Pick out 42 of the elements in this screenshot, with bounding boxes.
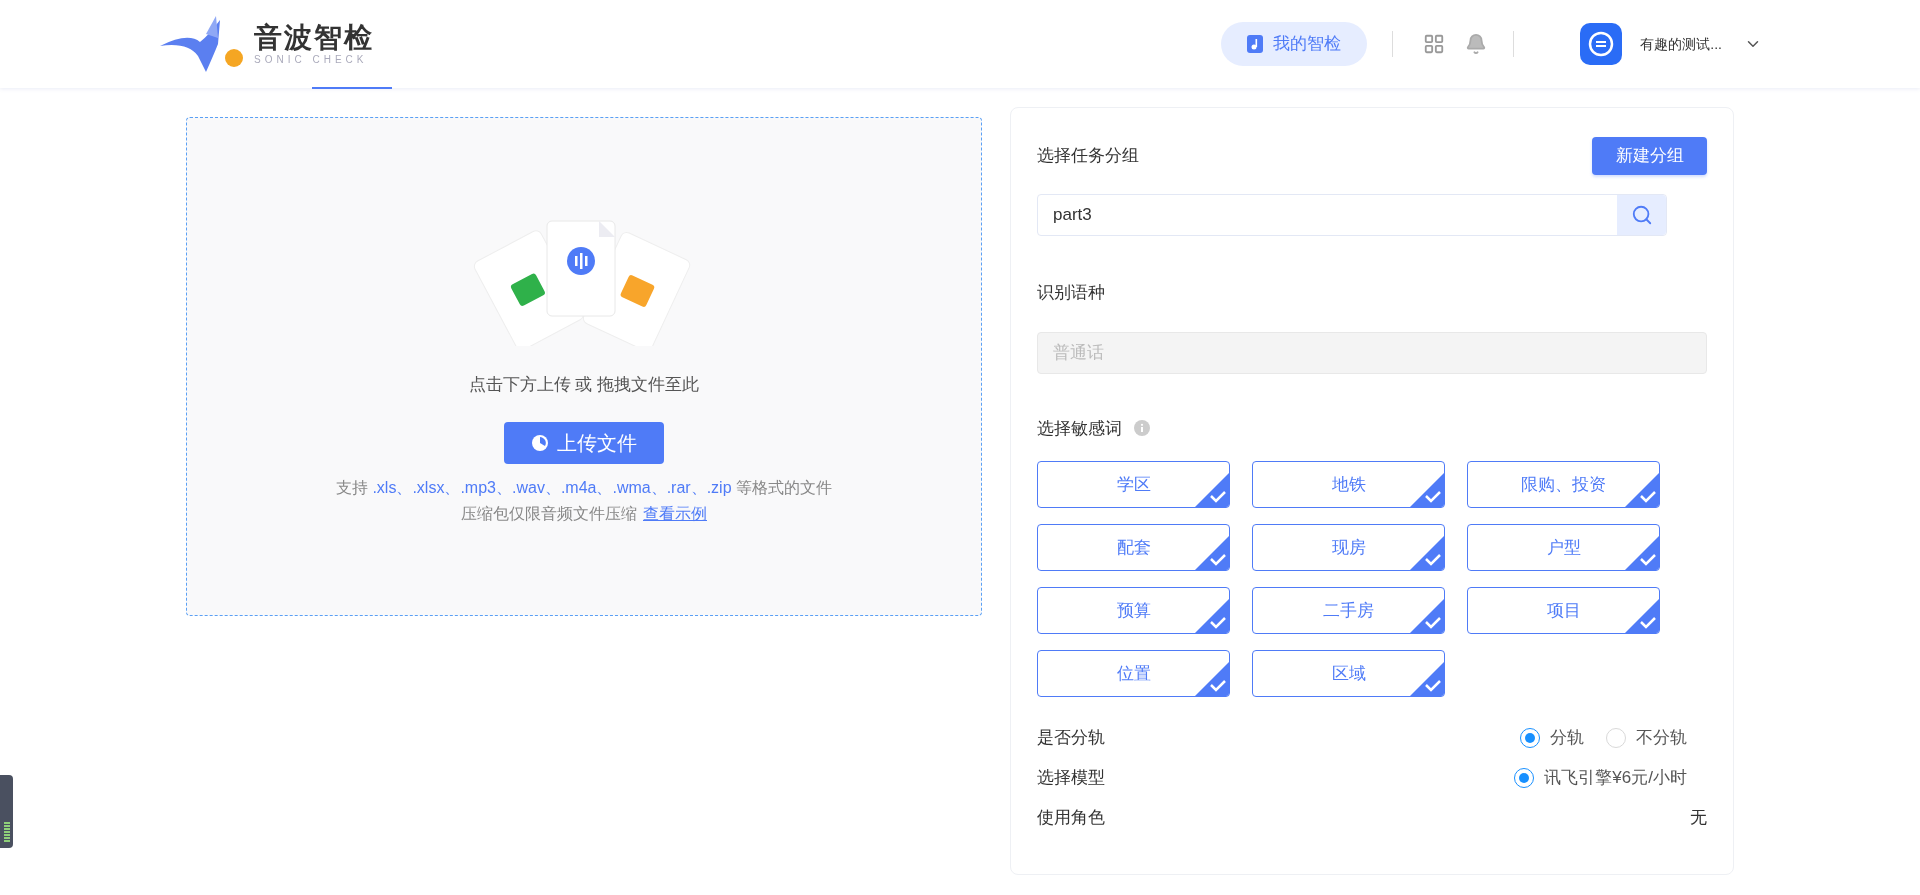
sensitive-word-tag[interactable]: 户型	[1467, 524, 1660, 571]
sensitive-word-tag[interactable]: 地铁	[1252, 461, 1445, 508]
archive-note: 压缩包仅限音频文件压缩	[461, 503, 637, 524]
group-label: 选择任务分组	[1037, 145, 1139, 168]
sensitive-word-tag[interactable]: 项目	[1467, 587, 1660, 634]
sensitive-word-tag[interactable]: 预算	[1037, 587, 1230, 634]
search-button[interactable]	[1617, 195, 1666, 235]
supported-formats-text: 支持 .xls、.xlsx、.mp3、.wav、.m4a、.wma、.rar、.zip 等格式的文件	[335, 477, 833, 498]
radio-option[interactable]: 讯飞引擎¥6元/小时	[1514, 765, 1687, 791]
apps-grid-icon[interactable]	[1423, 33, 1446, 55]
notification-bell-icon[interactable]	[1465, 33, 1488, 55]
radio-button[interactable]	[1514, 768, 1535, 788]
sensitive-word-tag[interactable]: 现房	[1252, 524, 1445, 571]
role-label: 使用角色	[1037, 807, 1105, 830]
search-icon	[1630, 204, 1653, 226]
sensitive-word-tag[interactable]: 二手房	[1252, 587, 1445, 634]
sensitive-word-tag[interactable]: 学区	[1037, 461, 1230, 508]
track-label: 是否分轨	[1037, 727, 1105, 750]
my-inspection-button[interactable]: 我的智检	[1221, 22, 1368, 66]
radio-button[interactable]	[1520, 728, 1540, 748]
user-name[interactable]: 有趣的测试...	[1640, 33, 1722, 55]
user-avatar[interactable]	[1580, 23, 1623, 65]
sensitive-word-tag[interactable]: 区域	[1252, 650, 1445, 697]
info-icon	[1134, 420, 1150, 437]
sensitive-word-tag[interactable]: 位置	[1037, 650, 1230, 697]
model-label: 选择模型	[1037, 767, 1105, 790]
view-example-link[interactable]: 查看示例	[643, 501, 707, 526]
logo-title: 音波智检	[254, 22, 374, 54]
logo-subtitle: SONIC CHECK	[254, 54, 369, 66]
sensitive-words-label: 选择敏感词	[1037, 417, 1122, 440]
note-icon	[1247, 35, 1264, 53]
radio-option[interactable]: 不分轨	[1606, 725, 1687, 751]
sensitive-word-tag[interactable]: 限购、投资	[1467, 461, 1660, 508]
language-label: 识别语种	[1037, 282, 1106, 304]
upload-file-button[interactable]: 上传文件	[504, 421, 664, 464]
upload-drop-zone[interactable]: 点击下方上传 或 拖拽文件至此 上传文件 支持 .xls、.xlsx、.mp3、.wav、.m4a、.wma、.rar、.zip 等格式的文件 压缩包仅限音频文件压缩 查看示例	[186, 117, 982, 616]
sensitive-word-tag[interactable]: 配套	[1037, 524, 1230, 571]
radio-option[interactable]: 分轨	[1520, 725, 1584, 751]
chat-icon	[1588, 31, 1615, 57]
role-value: 无	[1690, 807, 1707, 830]
new-group-button[interactable]: 新建分组	[1592, 137, 1707, 175]
upload-hint: 点击下方上传 或 拖拽文件至此	[468, 374, 700, 396]
